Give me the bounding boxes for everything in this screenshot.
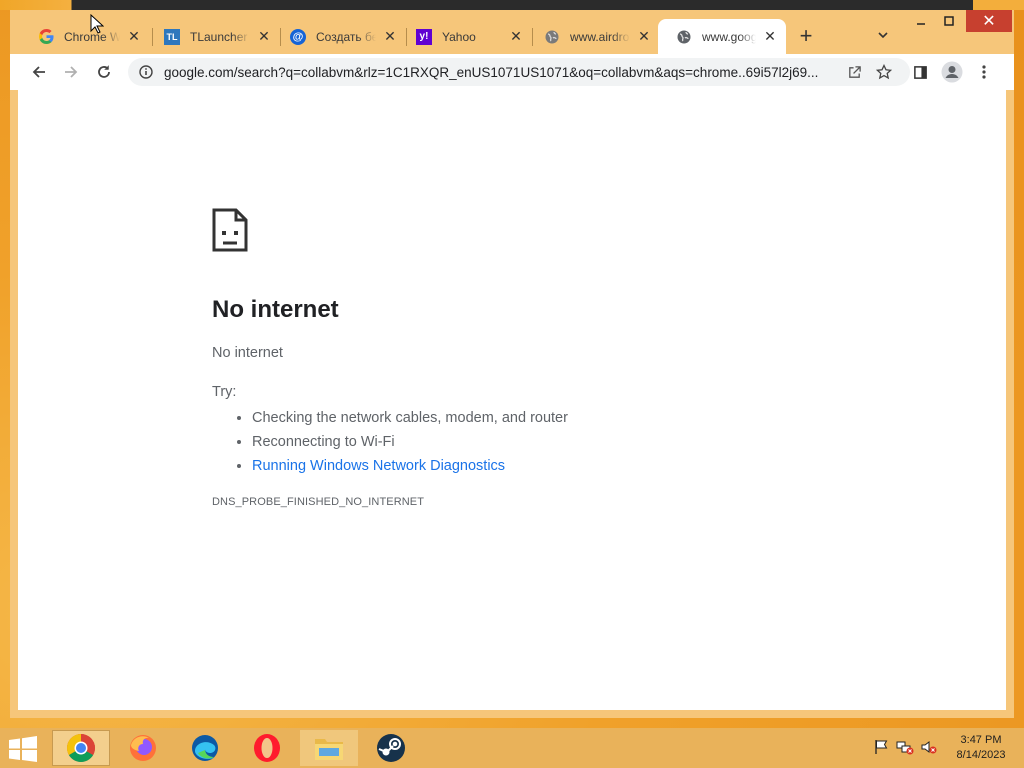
suggestion-list: Checking the network cables, modem, and … — [212, 406, 568, 478]
side-panel-icon[interactable] — [908, 60, 932, 84]
tab-yahoo[interactable]: y! Yahoo ✕ — [398, 19, 532, 54]
tab-close-icon[interactable]: ✕ — [636, 28, 652, 45]
desktop-background-strip — [0, 0, 1024, 10]
chrome-window: Chrome Web Store ✕ TL TLauncher - ✕ @ Со… — [10, 10, 1014, 718]
url-text[interactable]: google.com/search?q=collabvm&rlz=1C1RXQR… — [164, 65, 836, 80]
opera-icon[interactable] — [238, 730, 296, 766]
network-diagnostics-link[interactable]: Running Windows Network Diagnostics — [252, 458, 505, 474]
tab-create-mail[interactable]: @ Создать бесплатную ✕ — [272, 19, 406, 54]
forward-arrow-icon[interactable] — [59, 60, 83, 84]
tab-close-icon[interactable]: ✕ — [382, 28, 398, 45]
google-icon — [38, 29, 54, 45]
error-subtitle: No internet — [212, 345, 283, 361]
tab-tlauncher[interactable]: TL TLauncher - ✕ — [146, 19, 280, 54]
mouse-cursor-icon — [90, 13, 105, 39]
menu-kebab-icon[interactable] — [972, 60, 996, 84]
chrome-icon[interactable] — [52, 730, 110, 766]
network-disconnected-icon[interactable] — [896, 738, 914, 756]
action-center-flag-icon[interactable] — [872, 738, 890, 756]
tab-title: TLauncher - — [190, 29, 250, 44]
tab-close-icon[interactable]: ✕ — [762, 28, 778, 45]
site-info-icon[interactable] — [136, 62, 156, 82]
bookmark-star-icon[interactable] — [872, 60, 896, 84]
tlauncher-icon: TL — [164, 28, 180, 45]
error-title: No internet — [212, 296, 339, 323]
firefox-icon[interactable] — [114, 730, 172, 766]
taskbar-clock[interactable]: 3:47 PM 8/14/2023 — [946, 733, 1016, 763]
tab-close-icon[interactable]: ✕ — [126, 28, 142, 45]
tab-close-icon[interactable]: ✕ — [508, 28, 524, 45]
error-code: DNS_PROBE_FINISHED_NO_INTERNET — [212, 496, 425, 508]
tab-title: Yahoo — [442, 29, 476, 44]
globe-icon — [544, 29, 560, 45]
reload-icon[interactable] — [92, 60, 116, 84]
profile-avatar-icon[interactable] — [940, 60, 964, 84]
volume-muted-icon[interactable] — [920, 738, 938, 756]
tab-airdroid[interactable]: www.airdroid.com ✕ — [526, 19, 660, 54]
address-bar[interactable]: google.com/search?q=collabvm&rlz=1C1RXQR… — [128, 58, 910, 86]
browser-toolbar: google.com/search?q=collabvm&rlz=1C1RXQR… — [10, 54, 1014, 90]
tab-title: Создать бесплатную — [316, 29, 376, 44]
suggestion-text: Checking the network cables, modem, and … — [252, 410, 568, 426]
tab-strip: Chrome Web Store ✕ TL TLauncher - ✕ @ Со… — [10, 10, 1014, 54]
suggestion-item: Checking the network cables, modem, and … — [252, 406, 568, 430]
tab-google-active[interactable]: www.google.com ✕ — [658, 19, 786, 54]
tab-title: www.airdroid.com — [570, 29, 630, 44]
tab-chrome-web-store[interactable]: Chrome Web Store ✕ — [20, 19, 150, 54]
edge-icon[interactable] — [176, 730, 234, 766]
taskbar: 3:47 PM 8/14/2023 — [0, 728, 1024, 768]
maximize-button[interactable] — [936, 10, 962, 32]
clock-date: 8/14/2023 — [956, 749, 1006, 761]
sad-document-icon — [212, 208, 248, 257]
minimize-button[interactable] — [908, 10, 934, 32]
clock-time: 3:47 PM — [960, 734, 1002, 746]
new-tab-button[interactable]: + — [796, 25, 816, 47]
try-label: Try: — [212, 384, 237, 400]
suggestion-text: Reconnecting to Wi-Fi — [252, 434, 395, 450]
share-icon[interactable] — [842, 60, 866, 84]
close-window-button[interactable]: ✕ — [966, 10, 1012, 32]
back-arrow-icon[interactable] — [27, 60, 51, 84]
tab-title: www.google.com — [702, 29, 756, 44]
tab-search-chevron-icon[interactable] — [876, 28, 896, 48]
windows-start-icon[interactable] — [8, 736, 38, 762]
file-explorer-icon[interactable] — [300, 730, 358, 766]
yahoo-icon: y! — [416, 28, 432, 45]
page-content: No internet No internet Try: Checking th… — [18, 90, 1006, 710]
suggestion-item: Running Windows Network Diagnostics — [252, 454, 568, 478]
at-mail-icon: @ — [290, 28, 306, 45]
steam-icon[interactable] — [362, 730, 420, 766]
tab-close-icon[interactable]: ✕ — [256, 28, 272, 45]
suggestion-item: Reconnecting to Wi-Fi — [252, 430, 568, 454]
globe-icon — [676, 29, 692, 45]
